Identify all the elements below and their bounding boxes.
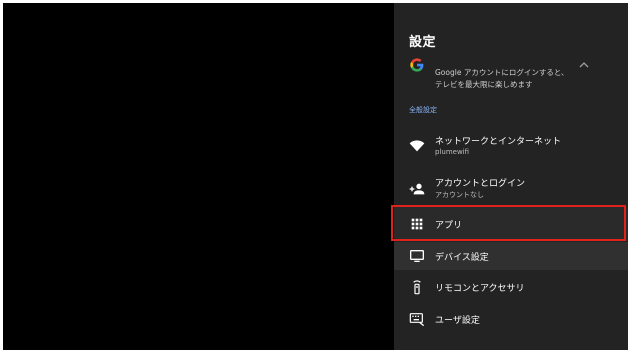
chevron-up-icon	[579, 62, 589, 68]
account-prompt-line1: Google アカウントにログインすると、	[435, 68, 569, 77]
settings-panel: 設定 Google アカウントにログインすると、 テレビを最大限に楽しめます 全…	[394, 3, 628, 350]
menu-item-remote-accessories-title: リモコンとアクセサリ	[435, 284, 525, 294]
google-account-card[interactable]: Google アカウントにログインすると、 テレビを最大限に楽しめます	[394, 55, 628, 95]
menu-item-device-settings[interactable]: デバイス設定	[394, 242, 628, 270]
apps-grid-icon	[411, 218, 423, 230]
section-header-general: 全般設定	[409, 106, 437, 114]
wifi-icon	[409, 140, 425, 152]
screen: 設定 Google アカウントにログインすると、 テレビを最大限に楽しめます 全…	[0, 0, 630, 353]
menu-item-user-settings[interactable]: ユーザ設定	[394, 305, 628, 333]
menu-item-apps-title: アプリ	[435, 221, 463, 231]
menu-item-account[interactable]: アカウントとログイン アカウントなし	[394, 170, 628, 204]
add-person-icon	[409, 183, 425, 195]
menu-item-device-settings-title: デバイス設定	[435, 253, 489, 263]
menu-item-account-title: アカウントとログイン	[435, 179, 526, 189]
menu-item-account-subtitle: アカウントなし	[435, 191, 484, 199]
account-prompt-line2: テレビを最大限に楽しめます	[435, 80, 533, 89]
menu-item-network-subtitle: plumewifi	[435, 148, 470, 156]
remote-icon	[413, 280, 421, 295]
menu-item-apps[interactable]: アプリ	[394, 207, 628, 241]
google-g-icon	[410, 58, 424, 72]
keyboard-icon	[409, 313, 425, 327]
tv-icon	[410, 250, 424, 262]
card-clip	[394, 55, 628, 58]
video-area	[3, 3, 394, 350]
panel-title: 設定	[409, 35, 437, 50]
menu-item-remote-accessories[interactable]: リモコンとアクセサリ	[394, 273, 628, 301]
menu-item-network-title: ネットワークとインターネット	[435, 137, 562, 147]
menu-item-network[interactable]: ネットワークとインターネット plumewifi	[394, 127, 628, 161]
menu-item-user-settings-title: ユーザ設定	[435, 316, 480, 326]
